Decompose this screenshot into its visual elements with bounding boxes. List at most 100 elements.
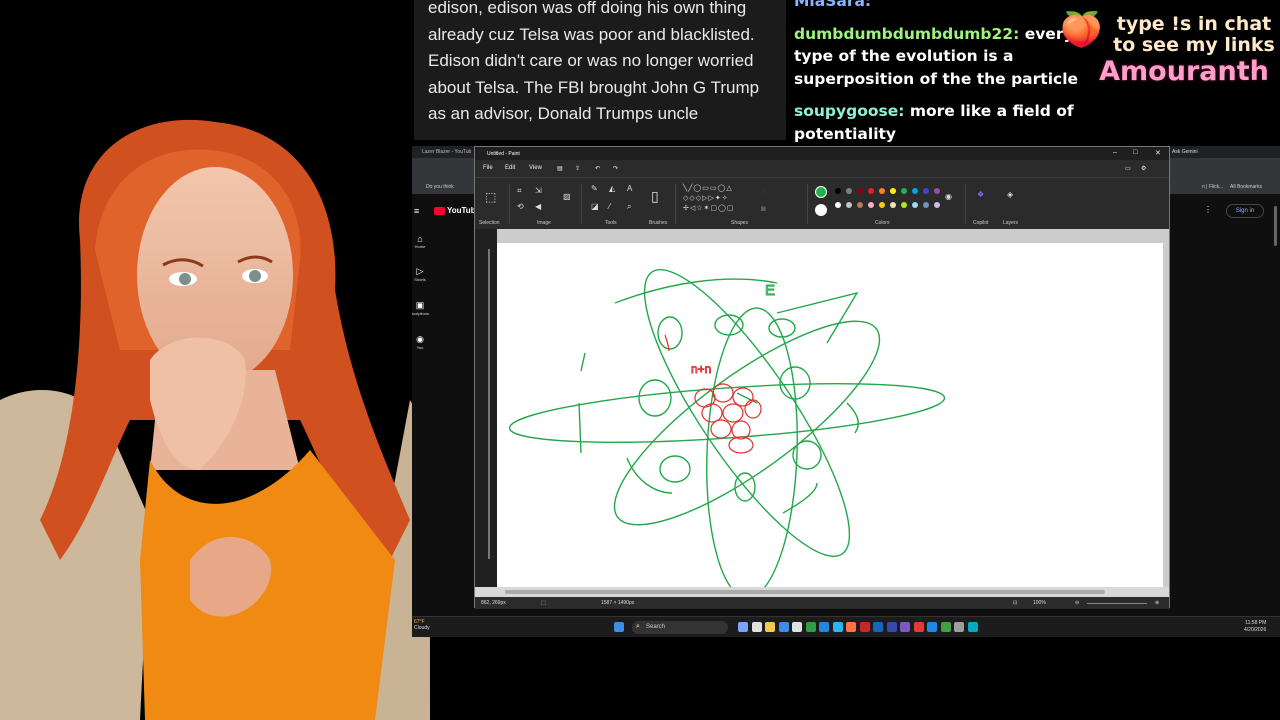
edit-colors-icon[interactable]: ◉ xyxy=(945,192,952,201)
outline-icon[interactable]: ◌ xyxy=(761,186,766,195)
taskbar-app-icon[interactable] xyxy=(805,622,816,632)
undo-icon[interactable]: ↶ xyxy=(595,165,600,172)
palette-color-swatch[interactable] xyxy=(846,202,852,208)
copilot-icon[interactable]: ❖ xyxy=(977,190,984,199)
fill-shape-icon[interactable]: ◙ xyxy=(761,204,766,213)
nav-shorts[interactable]: ▷ Shorts xyxy=(412,266,428,282)
layers-icon[interactable]: ◈ xyxy=(1007,190,1013,199)
taskbar-app-icon[interactable] xyxy=(954,622,964,632)
palette-color-swatch[interactable] xyxy=(879,188,885,194)
redo-icon[interactable]: ↷ xyxy=(613,165,618,172)
bookmark-item[interactable]: Do you think xyxy=(426,184,454,190)
taskbar-app-icon[interactable] xyxy=(859,622,870,632)
zoom-level[interactable]: 100% xyxy=(1033,600,1046,606)
color-picker-icon[interactable]: ⁄ xyxy=(609,202,610,211)
shapes-gallery[interactable]: ✢◁☆✶▢◯▢ xyxy=(683,204,734,212)
palette-color-swatch[interactable] xyxy=(868,202,874,208)
palette-color-swatch[interactable] xyxy=(857,202,863,208)
palette-color-swatch[interactable] xyxy=(857,188,863,194)
palette-color-swatch[interactable] xyxy=(890,188,896,194)
start-icon[interactable] xyxy=(614,622,624,632)
brush-icon[interactable]: ▯ xyxy=(651,188,659,205)
palette-color-swatch[interactable] xyxy=(934,188,940,194)
palette-color-swatch[interactable] xyxy=(912,202,918,208)
clock[interactable]: 11:58 PM 4/20/2026 xyxy=(1244,620,1266,634)
more-icon[interactable]: ⋮ xyxy=(1204,205,1212,214)
taskbar-app-icon[interactable] xyxy=(913,622,924,632)
paint-canvas[interactable]: E n+n xyxy=(497,243,1163,599)
vertical-zoom-track[interactable] xyxy=(488,249,490,559)
magnifier-icon[interactable]: ⌕ xyxy=(627,202,631,212)
zoom-in-icon[interactable]: ⊕ xyxy=(1155,600,1159,606)
chat-bubble-icon[interactable]: ▭ xyxy=(1125,165,1131,172)
secondary-color-swatch[interactable] xyxy=(815,204,827,216)
taskbar-app-icon[interactable] xyxy=(873,622,883,632)
stroke xyxy=(580,352,586,372)
scrollbar[interactable] xyxy=(1274,206,1277,246)
save-icon[interactable]: ▤ xyxy=(557,165,563,172)
palette-color-swatch[interactable] xyxy=(934,202,940,208)
image-icon[interactable]: ▨ xyxy=(563,192,571,201)
palette-color-swatch[interactable] xyxy=(890,202,896,208)
palette-color-swatch[interactable] xyxy=(923,188,929,194)
all-bookmarks[interactable]: All Bookmarks xyxy=(1230,184,1262,190)
flip-icon[interactable]: ◀ xyxy=(535,202,541,211)
palette-color-swatch[interactable] xyxy=(901,202,907,208)
weather-widget[interactable]: 67°F Cloudy xyxy=(414,619,430,631)
pencil-icon[interactable]: ✎ xyxy=(591,184,598,193)
shapes-gallery[interactable]: ◇◇◇▷▷✦✧ xyxy=(683,194,729,202)
taskbar-app-icon[interactable] xyxy=(927,622,937,632)
maximize-icon[interactable]: □ xyxy=(1133,149,1137,156)
share-icon[interactable]: ⇪ xyxy=(575,165,580,172)
ask-gemini-tab[interactable]: Ask Gemini xyxy=(1172,149,1198,155)
taskbar-app-icon[interactable] xyxy=(792,622,802,632)
palette-color-swatch[interactable] xyxy=(923,202,929,208)
close-icon[interactable]: ✕ xyxy=(1155,149,1161,157)
menu-edit[interactable]: Edit xyxy=(505,165,515,171)
browser-tab[interactable]: Lazer Blazer - YouTub xyxy=(422,149,471,155)
text-icon[interactable]: A xyxy=(627,184,632,193)
taskbar-app-icon[interactable] xyxy=(832,622,843,632)
taskbar-app-icon[interactable] xyxy=(778,622,789,632)
minimize-icon[interactable]: – xyxy=(1113,149,1117,156)
palette-color-swatch[interactable] xyxy=(868,188,874,194)
taskbar-app-icon[interactable] xyxy=(886,622,897,632)
taskbar-app-icon[interactable] xyxy=(967,622,978,632)
menu-icon[interactable]: ≡ xyxy=(414,206,419,216)
palette-color-swatch[interactable] xyxy=(835,202,841,208)
taskbar-app-icon[interactable] xyxy=(940,622,951,632)
taskbar-app-icon[interactable] xyxy=(765,622,775,632)
rotate-icon[interactable]: ⟲ xyxy=(517,202,524,211)
taskbar-app-icon[interactable] xyxy=(751,622,762,632)
shapes-gallery[interactable]: ╲╱◯▭▭◯△ xyxy=(683,184,733,192)
bookmark-item[interactable]: n | Flick... xyxy=(1202,184,1223,190)
nav-home[interactable]: ⌂ Home xyxy=(412,234,428,249)
electron xyxy=(657,316,683,350)
eraser-icon[interactable]: ◪ xyxy=(591,202,599,211)
menu-file[interactable]: File xyxy=(483,165,493,171)
nav-subscriptions[interactable]: ▣ scriptions xyxy=(412,300,429,316)
palette-color-swatch[interactable] xyxy=(912,188,918,194)
fill-icon[interactable]: ◭ xyxy=(609,184,615,193)
fit-icon[interactable]: ⊡ xyxy=(1013,600,1017,606)
zoom-out-icon[interactable]: ⊖ xyxy=(1075,600,1079,606)
selection-icon[interactable]: ⬚ xyxy=(485,190,496,204)
palette-color-swatch[interactable] xyxy=(846,188,852,194)
taskbar-app-icon[interactable] xyxy=(819,622,829,632)
sign-in-button[interactable]: Sign in xyxy=(1226,204,1264,218)
resize-icon[interactable]: ⇲ xyxy=(535,186,542,195)
taskbar-search[interactable]: ⌕ Search xyxy=(632,621,728,634)
nav-you[interactable]: ◉ You xyxy=(412,334,428,350)
palette-color-swatch[interactable] xyxy=(835,188,841,194)
taskbar-app-icon[interactable] xyxy=(846,622,856,632)
crop-icon[interactable]: ⌗ xyxy=(517,186,522,196)
taskbar-app-icon[interactable] xyxy=(738,622,748,632)
scroll-thumb[interactable] xyxy=(505,590,1105,594)
zoom-slider[interactable] xyxy=(1087,603,1147,604)
taskbar-app-icon[interactable] xyxy=(900,622,910,632)
settings-icon[interactable]: ⚙ xyxy=(1141,165,1146,172)
palette-color-swatch[interactable] xyxy=(879,202,885,208)
active-color-swatch[interactable] xyxy=(815,186,827,198)
palette-color-swatch[interactable] xyxy=(901,188,907,194)
menu-view[interactable]: View xyxy=(529,165,542,171)
